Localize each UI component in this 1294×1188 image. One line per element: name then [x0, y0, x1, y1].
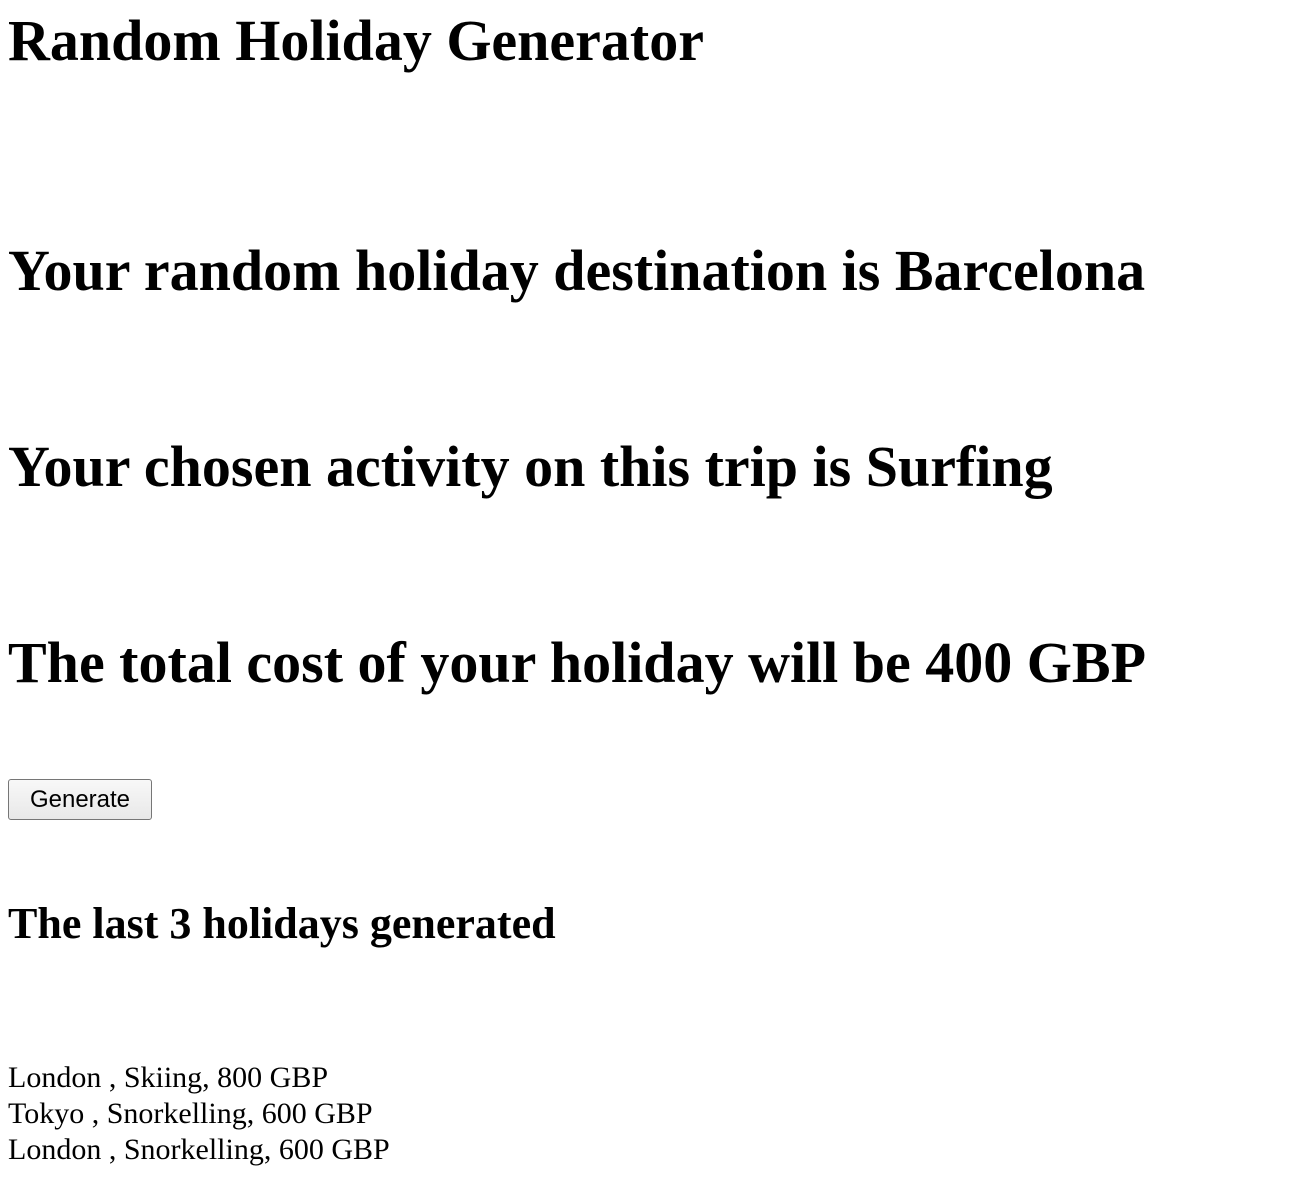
history-heading: The last 3 holidays generated	[8, 899, 556, 948]
history-item: London , Snorkelling, 600 GBP	[8, 1133, 390, 1166]
history-item: Tokyo , Snorkelling, 600 GBP	[8, 1097, 373, 1130]
generate-button[interactable]: Generate	[8, 779, 152, 820]
activity-result: Your chosen activity on this trip is Sur…	[8, 434, 1053, 499]
history-item: London , Skiing, 800 GBP	[8, 1061, 329, 1094]
destination-result: Your random holiday destination is Barce…	[8, 238, 1146, 303]
history-list: London , Skiing, 800 GBP Tokyo , Snorkel…	[8, 1060, 390, 1168]
cost-result: The total cost of your holiday will be 4…	[8, 630, 1147, 695]
page-title: Random Holiday Generator	[8, 8, 704, 73]
